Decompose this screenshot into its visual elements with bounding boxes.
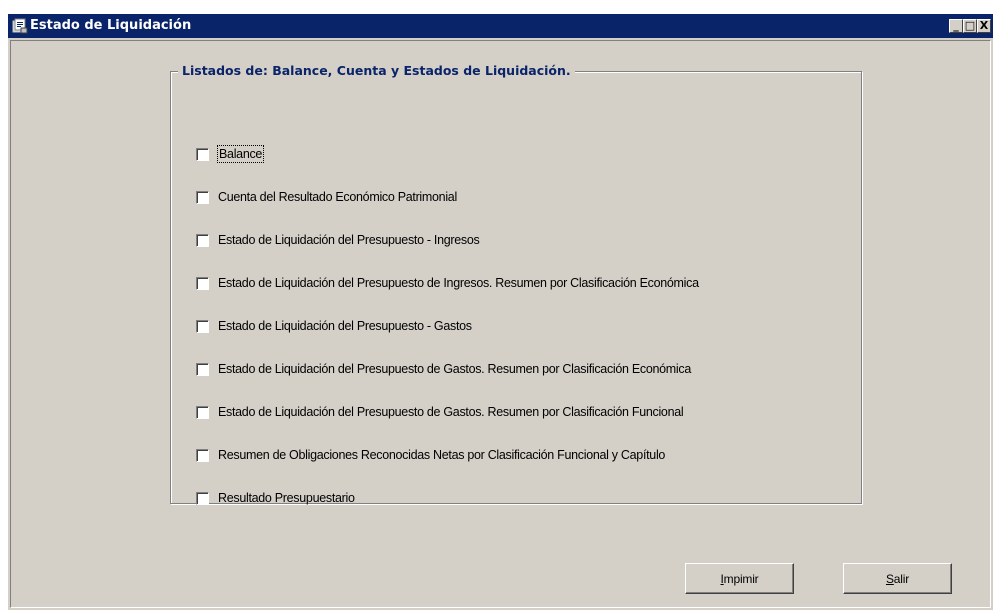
checkbox-box[interactable] [196, 491, 209, 505]
checkbox-ingresos-economica[interactable]: Estado de Liquidación del Presupuesto de… [196, 273, 699, 293]
exit-button[interactable]: Salir [843, 563, 952, 594]
checkbox-label[interactable]: Balance [216, 145, 265, 163]
checkbox-gastos-economica[interactable]: Estado de Liquidación del Presupuesto de… [196, 359, 691, 379]
checkbox-label[interactable]: Estado de Liquidación del Presupuesto - … [218, 318, 472, 334]
checkbox-liquidacion-gastos[interactable]: Estado de Liquidación del Presupuesto - … [196, 316, 472, 336]
print-button[interactable]: Impimir [685, 563, 794, 594]
checkbox-box[interactable] [196, 405, 209, 419]
checkbox-box[interactable] [196, 147, 209, 161]
checkbox-gastos-funcional[interactable]: Estado de Liquidación del Presupuesto de… [196, 402, 684, 422]
checkbox-label[interactable]: Estado de Liquidación del Presupuesto de… [218, 361, 691, 377]
minimize-icon: _ [953, 19, 959, 32]
minimize-button[interactable]: _ [949, 19, 963, 33]
checkbox-label[interactable]: Resumen de Obligaciones Reconocidas Neta… [218, 447, 665, 463]
window-title: Estado de Liquidación [30, 18, 192, 33]
checkbox-label[interactable]: Resultado Presupuestario [218, 490, 355, 506]
checkbox-box[interactable] [196, 448, 209, 462]
checkbox-box[interactable] [196, 190, 209, 204]
maximize-button[interactable]: □ [963, 19, 977, 33]
app-window: Estado de Liquidación _ □ X Listados de:… [8, 14, 993, 610]
checkbox-label[interactable]: Estado de Liquidación del Presupuesto de… [218, 404, 684, 420]
exit-mnemonic: S [885, 571, 894, 586]
checkbox-resultado-presupuestario[interactable]: Resultado Presupuestario [196, 488, 355, 508]
checkbox-box[interactable] [196, 319, 209, 333]
checkbox-box[interactable] [196, 362, 209, 376]
checkbox-balance[interactable]: Balance [196, 144, 265, 164]
exit-label: alir [893, 571, 909, 586]
checkbox-label[interactable]: Estado de Liquidación del Presupuesto de… [218, 275, 699, 291]
app-icon [12, 18, 28, 34]
checkbox-obligaciones-netas[interactable]: Resumen de Obligaciones Reconocidas Neta… [196, 445, 665, 465]
title-bar[interactable]: Estado de Liquidación _ □ X [8, 14, 993, 38]
checkbox-cuenta-resultado[interactable]: Cuenta del Resultado Económico Patrimoni… [196, 187, 457, 207]
print-label: mpimir [723, 571, 759, 586]
checkbox-box[interactable] [196, 233, 209, 247]
checkbox-liquidacion-ingresos[interactable]: Estado de Liquidación del Presupuesto - … [196, 230, 480, 250]
checkbox-label[interactable]: Cuenta del Resultado Económico Patrimoni… [218, 189, 457, 205]
checkbox-box[interactable] [196, 276, 209, 290]
checkbox-label[interactable]: Estado de Liquidación del Presupuesto - … [218, 232, 480, 248]
maximize-icon: □ [964, 19, 976, 32]
group-legend: Listados de: Balance, Cuenta y Estados d… [178, 62, 575, 80]
close-button[interactable]: X [977, 19, 991, 33]
close-icon: X [979, 19, 989, 32]
